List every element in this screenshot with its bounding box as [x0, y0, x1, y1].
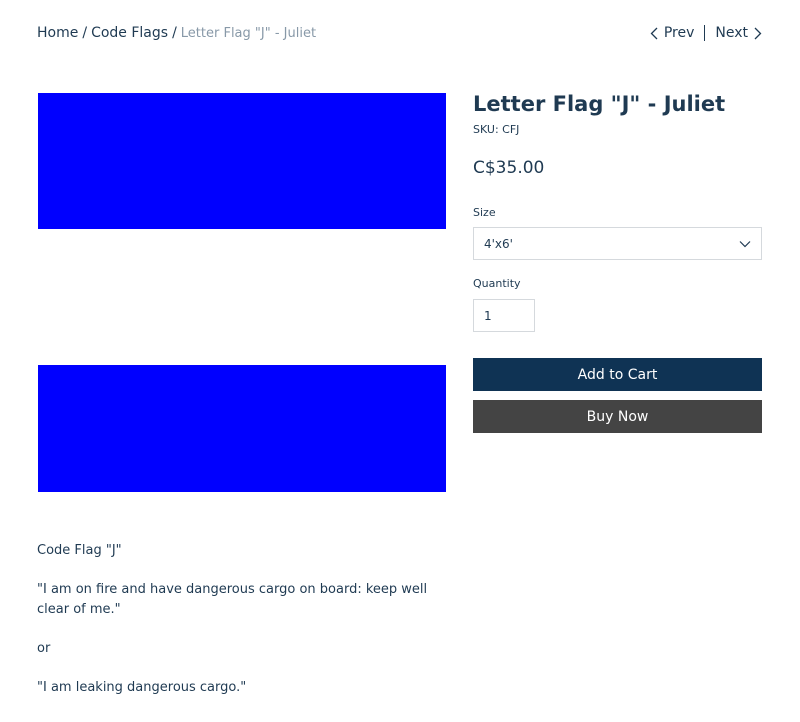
chevron-right-icon: [754, 27, 762, 39]
pager-divider: [704, 25, 706, 41]
add-to-cart-button[interactable]: Add to Cart: [473, 358, 762, 391]
prev-label: Prev: [663, 25, 695, 41]
product-image-flag[interactable]: [38, 365, 446, 492]
product-price: C$35.00: [473, 158, 545, 178]
breadcrumb-category-link[interactable]: Code Flags: [91, 25, 168, 41]
size-select[interactable]: 4'x6': [473, 227, 762, 260]
size-label: Size: [473, 206, 496, 219]
prev-button[interactable]: Prev: [650, 25, 695, 41]
breadcrumb-home-link[interactable]: Home: [37, 25, 78, 41]
next-button[interactable]: Next: [715, 25, 762, 41]
description-paragraph: "I am on fire and have dangerous cargo o…: [37, 582, 428, 617]
quantity-input[interactable]: [473, 299, 535, 332]
breadcrumb: Home / Code Flags / Letter Flag "J" - Juliet: [37, 25, 316, 41]
breadcrumb-current-page: Letter Flag "J" - Juliet: [180, 26, 317, 41]
description-paragraph: "I am leaking dangerous cargo.": [37, 679, 247, 695]
chevron-left-icon: [650, 27, 658, 39]
quantity-label: Quantity: [473, 277, 521, 290]
chevron-down-icon: [739, 240, 751, 247]
description-paragraph: Code Flag "J": [37, 543, 122, 558]
breadcrumb-separator: /: [172, 25, 177, 41]
product-title: Letter Flag "J" - Juliet: [473, 92, 726, 116]
breadcrumb-separator: /: [82, 25, 88, 41]
buy-now-button[interactable]: Buy Now: [473, 400, 762, 433]
product-pager: Prev Next: [650, 25, 762, 41]
description-paragraph: or: [37, 640, 51, 656]
product-image-flag[interactable]: [38, 93, 446, 229]
next-label: Next: [715, 25, 748, 41]
size-selected-value: 4'x6': [484, 236, 513, 251]
product-sku: SKU: CFJ: [473, 123, 520, 136]
product-description: Code Flag "J" "I am on fire and have dan…: [37, 541, 447, 717]
